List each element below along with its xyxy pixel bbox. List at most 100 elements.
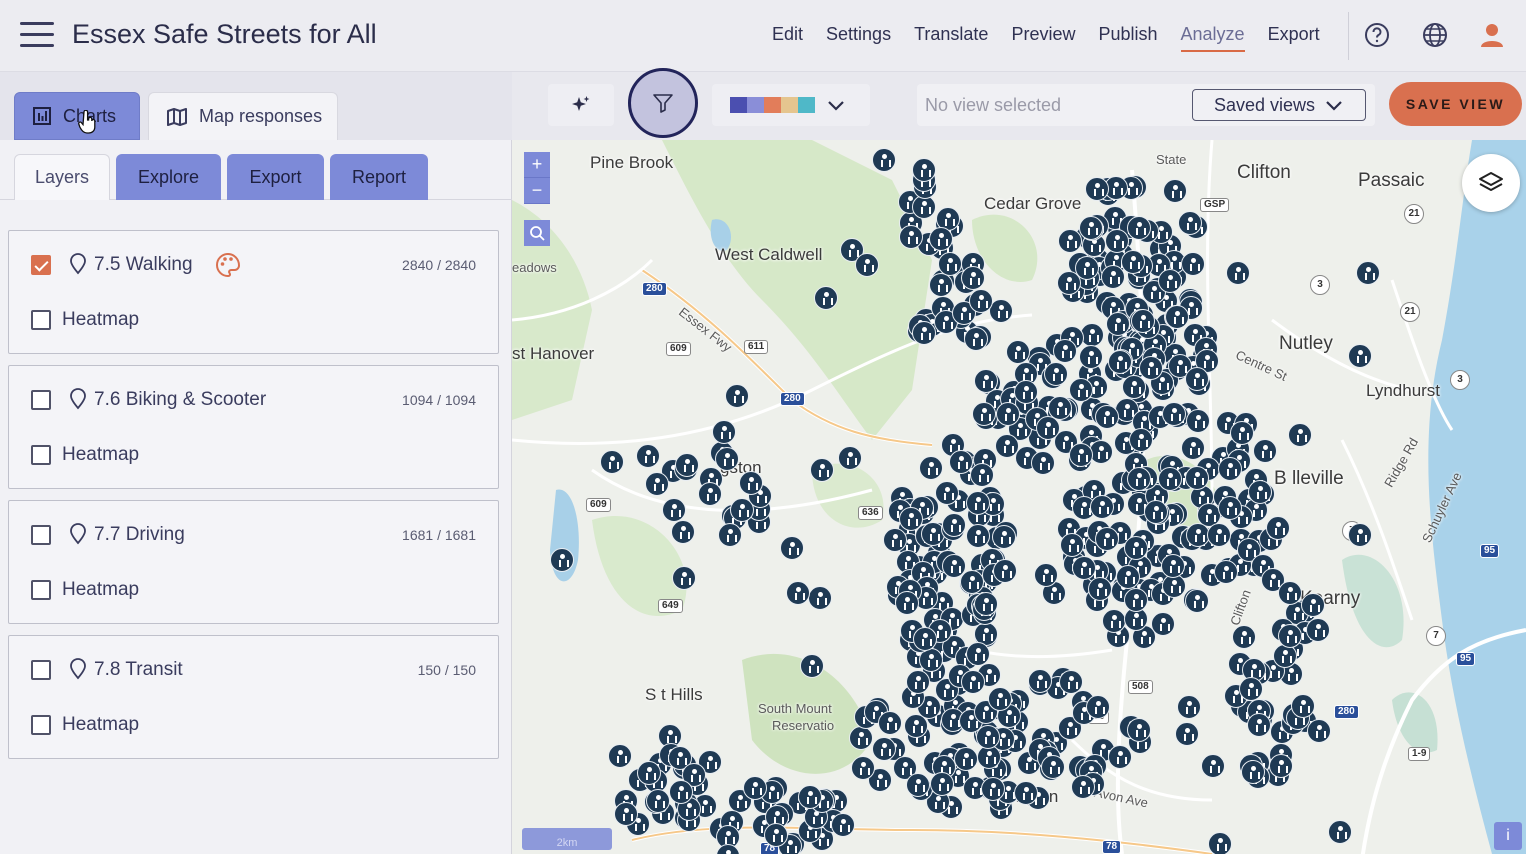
pedestrian-marker[interactable] [636,444,660,468]
pedestrian-marker[interactable] [1306,618,1330,642]
pedestrian-marker[interactable] [981,777,1005,801]
pedestrian-marker[interactable] [1034,563,1058,587]
pedestrian-marker[interactable] [1106,312,1130,336]
pedestrian-marker[interactable] [1185,367,1209,391]
layer-checkbox[interactable] [31,660,51,680]
map-layers-button[interactable] [1462,154,1520,212]
pedestrian-marker[interactable] [1161,554,1185,578]
pedestrian-marker[interactable] [935,481,959,505]
pedestrian-marker[interactable] [913,627,937,651]
pedestrian-marker[interactable] [1059,670,1083,694]
pedestrian-marker[interactable] [1044,362,1068,386]
pedestrian-marker[interactable] [1207,523,1231,547]
view-selector[interactable]: No view selected Saved views [917,84,1375,126]
ai-insights-button[interactable] [548,84,614,126]
nav-export[interactable]: Export [1268,24,1320,52]
pedestrian-marker[interactable] [1069,443,1093,467]
pedestrian-marker[interactable] [1041,755,1065,779]
pedestrian-marker[interactable] [992,525,1016,549]
pedestrian-marker[interactable] [718,523,742,547]
pedestrian-marker[interactable] [786,581,810,605]
pedestrian-marker[interactable] [995,434,1019,458]
subtab-export[interactable]: Export [227,154,324,200]
tab-map-responses[interactable]: Map responses [148,92,338,140]
nav-publish[interactable]: Publish [1098,24,1157,52]
subtab-layers[interactable]: Layers [14,154,110,200]
pedestrian-marker[interactable] [1269,754,1293,778]
pedestrian-marker[interactable] [1288,423,1312,447]
pedestrian-marker[interactable] [1248,480,1272,504]
pedestrian-marker[interactable] [1208,832,1232,854]
pedestrian-marker[interactable] [1328,820,1352,844]
pedestrian-marker[interactable] [851,756,875,780]
pedestrian-marker[interactable] [1241,760,1265,784]
pedestrian-marker[interactable] [1053,339,1077,363]
pedestrian-marker[interactable] [1185,589,1209,613]
pedestrian-marker[interactable] [895,591,919,615]
pedestrian-marker[interactable] [600,450,624,474]
pedestrian-marker[interactable] [1088,577,1112,601]
pedestrian-marker[interactable] [960,570,984,594]
pedestrian-marker[interactable] [1178,211,1202,235]
pedestrian-marker[interactable] [1127,718,1151,742]
pedestrian-marker[interactable] [966,524,990,548]
pedestrian-marker[interactable] [810,458,834,482]
pedestrian-marker[interactable] [1226,261,1250,285]
subtab-explore[interactable]: Explore [116,154,221,200]
pedestrian-marker[interactable] [1239,677,1263,701]
globe-icon[interactable] [1422,22,1448,48]
color-palette-dropdown[interactable] [712,84,870,126]
pedestrian-marker[interactable] [942,513,966,537]
pedestrian-marker[interactable] [1273,644,1297,668]
pedestrian-marker[interactable] [1006,340,1030,364]
pedestrian-marker[interactable] [1079,345,1103,369]
pedestrian-marker[interactable] [1278,581,1302,605]
pedestrian-marker[interactable] [764,823,788,847]
pedestrian-marker[interactable] [1301,593,1325,617]
pedestrian-marker[interactable] [669,780,693,804]
pedestrian-marker[interactable] [1124,588,1148,612]
pedestrian-marker[interactable] [1108,745,1132,769]
pedestrian-marker[interactable] [646,789,670,813]
pedestrian-marker[interactable] [739,471,763,495]
pedestrian-marker[interactable] [899,507,923,531]
pedestrian-marker[interactable] [970,463,994,487]
pedestrian-marker[interactable] [1127,216,1151,240]
pedestrian-marker[interactable] [961,670,985,694]
pedestrian-marker[interactable] [1095,405,1119,429]
pedestrian-marker[interactable] [1085,177,1109,201]
pedestrian-marker[interactable] [1108,350,1132,374]
pedestrian-marker[interactable] [1031,451,1055,475]
help-circle-icon[interactable] [1364,22,1390,48]
nav-analyze[interactable]: Analyze [1180,24,1245,52]
pedestrian-marker[interactable] [912,321,936,345]
pedestrian-marker[interactable] [730,498,754,522]
subtab-report[interactable]: Report [330,154,428,200]
pedestrian-marker[interactable] [698,482,722,506]
pedestrian-marker[interactable] [725,384,749,408]
pedestrian-marker[interactable] [798,785,822,809]
pedestrian-marker[interactable] [1218,457,1242,481]
pedestrian-marker[interactable] [1105,229,1129,253]
pedestrian-marker[interactable] [1086,695,1110,719]
pedestrian-marker[interactable] [1014,781,1038,805]
pedestrian-marker[interactable] [671,520,695,544]
zoom-in-button[interactable]: + [524,152,550,178]
pedestrian-marker[interactable] [637,761,661,785]
user-icon[interactable] [1479,22,1505,48]
pedestrian-marker[interactable] [645,472,669,496]
heatmap-checkbox[interactable] [31,715,51,735]
map-search-button[interactable] [524,220,550,246]
pedestrian-marker[interactable] [1158,269,1182,293]
map-info-button[interactable]: i [1494,822,1522,850]
pedestrian-marker[interactable] [964,327,988,351]
pedestrian-marker[interactable] [1090,495,1114,519]
heatmap-checkbox[interactable] [31,445,51,465]
pedestrian-marker[interactable] [1201,754,1225,778]
pedestrian-marker[interactable] [974,592,998,616]
pedestrian-marker[interactable] [780,536,804,560]
pedestrian-marker[interactable] [972,402,996,426]
pedestrian-marker[interactable] [1278,624,1302,648]
pedestrian-marker[interactable] [1095,527,1119,551]
nav-settings[interactable]: Settings [826,24,891,52]
